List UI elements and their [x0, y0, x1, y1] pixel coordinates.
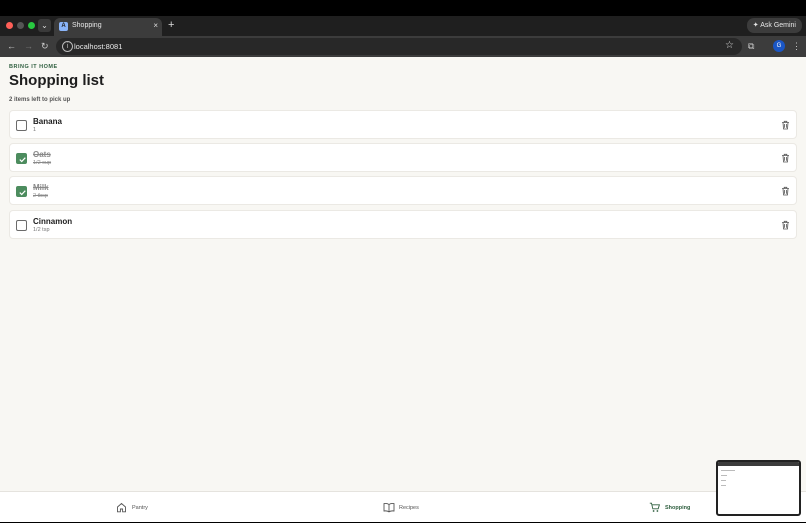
screen-top-bezel	[0, 0, 806, 16]
tab-favicon-icon: A	[59, 22, 68, 31]
tab-recipes-label: Recipes	[399, 505, 419, 511]
sparkle-icon: ✦	[752, 22, 759, 29]
trash-icon[interactable]	[781, 220, 790, 230]
item-checkbox[interactable]	[16, 153, 27, 164]
shopping-item: Oats 1/2 cup	[9, 143, 797, 172]
checkmark-icon	[19, 190, 26, 196]
maximize-window-button[interactable]	[28, 22, 35, 29]
thumbnail-content	[721, 480, 726, 481]
item-name: Oats	[33, 150, 51, 159]
tab-title: Shopping	[72, 22, 102, 29]
item-quantity: 1/2 cup	[33, 160, 52, 166]
site-info-icon[interactable]: i	[62, 41, 73, 52]
tab-pantry-label: Pantry	[132, 505, 148, 511]
item-checkbox[interactable]	[16, 186, 27, 197]
thumbnail-content	[721, 485, 726, 486]
item-quantity: 1/2 tsp	[33, 227, 50, 233]
tab-search-button[interactable]: ⌄	[38, 19, 51, 32]
thumbnail-titlebar	[718, 462, 799, 466]
trash-icon[interactable]	[781, 186, 790, 196]
thumbnail-content	[721, 475, 727, 476]
browser-menu-icon[interactable]: ⋮	[792, 40, 801, 52]
tab-pantry[interactable]: Pantry	[0, 492, 268, 523]
thumbnail-content	[721, 470, 735, 471]
item-quantity: 1	[33, 127, 37, 133]
shopping-item: Milk 2 tbsp	[9, 176, 797, 205]
reload-icon[interactable]: ↻	[41, 40, 49, 52]
item-name: Banana	[33, 117, 62, 126]
close-window-button[interactable]	[6, 22, 13, 29]
home-icon	[117, 502, 126, 513]
browser-toolbar: ← → ↻ i localhost:8081 ☆ ⧉ G ⋮	[0, 36, 806, 57]
trash-icon[interactable]	[781, 120, 790, 130]
shopping-item: Cinnamon 1/2 tsp	[9, 210, 797, 239]
bookmark-star-icon[interactable]: ☆	[725, 40, 734, 51]
tab-recipes[interactable]: Recipes	[268, 492, 536, 523]
item-checkbox[interactable]	[16, 220, 27, 231]
item-name: Cinnamon	[33, 217, 73, 226]
item-checkbox[interactable]	[16, 120, 27, 131]
extensions-icon[interactable]: ⧉	[748, 41, 754, 52]
bottom-tab-bar: Pantry Recipes Shopping	[0, 491, 806, 522]
shopping-item: Banana 1	[9, 110, 797, 139]
ask-gemini-button[interactable]: ✦ Ask Gemini	[746, 18, 802, 33]
cart-icon	[649, 502, 661, 512]
url-text[interactable]: localhost:8081	[74, 42, 122, 51]
minimize-window-button[interactable]	[17, 22, 24, 29]
browser-tab-strip: ⌄ A Shopping × + ✦ Ask Gemini	[0, 16, 806, 36]
back-arrow-icon[interactable]: ←	[7, 40, 16, 52]
checkmark-icon	[19, 157, 26, 163]
trash-icon[interactable]	[781, 153, 790, 163]
window-preview-thumbnail[interactable]	[716, 460, 801, 516]
item-quantity: 2 tbsp	[33, 193, 48, 199]
item-name: Milk	[33, 183, 49, 192]
forward-arrow-icon[interactable]: →	[24, 40, 33, 52]
address-bar[interactable]: i localhost:8081 ☆	[56, 38, 742, 55]
page-viewport: BRING IT HOME Shopping list 2 items left…	[0, 57, 806, 522]
tab-shopping-label: Shopping	[665, 505, 691, 511]
page-title: Shopping list	[9, 72, 104, 89]
profile-avatar[interactable]: G	[773, 40, 785, 52]
tab-close-button[interactable]: ×	[153, 21, 158, 30]
new-tab-button[interactable]: +	[168, 19, 174, 32]
tab-shopping[interactable]: A Shopping ×	[54, 18, 162, 36]
items-remaining-text: 2 items left to pick up	[9, 97, 71, 103]
ask-gemini-label: Ask Gemini	[760, 22, 796, 29]
book-icon	[383, 503, 395, 513]
page-eyebrow: BRING IT HOME	[9, 64, 58, 70]
